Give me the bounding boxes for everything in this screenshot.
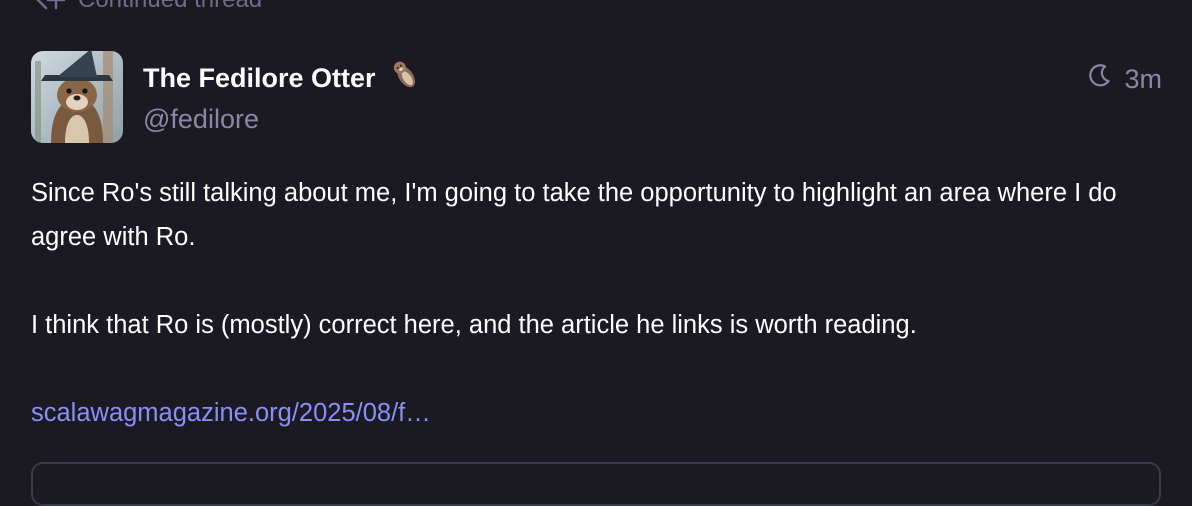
relative-time: 3m xyxy=(1124,64,1162,94)
thread-icon xyxy=(32,0,68,12)
continued-thread-label: Continued thread xyxy=(78,0,262,14)
status-timestamp[interactable]: 3m xyxy=(1086,62,1162,96)
avatar[interactable] xyxy=(31,51,123,143)
otter-emoji-icon xyxy=(388,58,422,97)
display-name-text: The Fedilore Otter xyxy=(143,62,376,93)
status-paragraph: Since Ro's still talking about me, I'm g… xyxy=(31,179,1117,251)
preview-card[interactable] xyxy=(31,462,1161,506)
continued-thread-link[interactable]: Continued thread xyxy=(32,0,262,14)
moon-icon xyxy=(1086,62,1112,96)
status-paragraph: I think that Ro is (mostly) correct here… xyxy=(31,311,917,339)
account-handle[interactable]: @fedilore xyxy=(143,102,259,136)
article-link[interactable]: scalawagmagazine.org/2025/08/f… xyxy=(31,399,431,427)
display-name[interactable]: The Fedilore Otter xyxy=(143,58,422,97)
status-content: Since Ro's still talking about me, I'm g… xyxy=(31,171,1171,435)
